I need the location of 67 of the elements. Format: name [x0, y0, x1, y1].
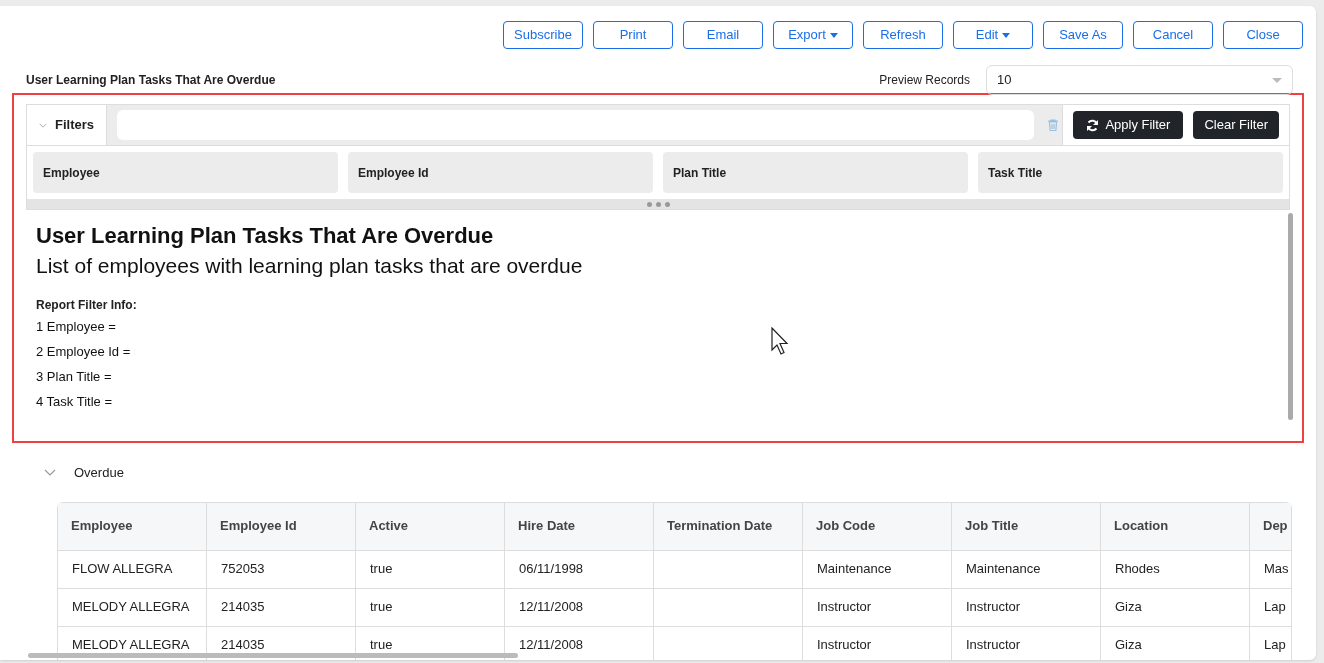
- toolbar-button[interactable]: Close: [1223, 21, 1303, 49]
- preview-records-label: Preview Records: [879, 72, 970, 89]
- column-header[interactable]: Employee: [58, 502, 207, 550]
- column-header[interactable]: Job Code: [803, 502, 952, 550]
- cursor-icon: [771, 327, 790, 355]
- toolbar-button[interactable]: Save As: [1043, 21, 1123, 49]
- table-cell: Giza: [1101, 625, 1250, 660]
- table-cell: FLOW ALLEGRA: [58, 549, 207, 588]
- toolbar-button[interactable]: Subscribe: [503, 21, 583, 49]
- table-cell: Lap: [1250, 587, 1291, 626]
- table-cell: Instructor: [803, 625, 952, 660]
- column-header[interactable]: Dep: [1250, 502, 1291, 550]
- toolbar-button[interactable]: Cancel: [1133, 21, 1213, 49]
- table-cell: Mas: [1250, 549, 1291, 588]
- column-header[interactable]: Job Title: [952, 502, 1101, 550]
- caret-icon: [1272, 77, 1282, 83]
- column-header[interactable]: Active: [356, 502, 505, 550]
- toolbar-button[interactable]: Print: [593, 21, 673, 49]
- group-label: Overdue: [74, 464, 124, 482]
- toolbar-button[interactable]: Email: [683, 21, 763, 49]
- filters-toggle[interactable]: Filters: [27, 105, 107, 145]
- table-cell: Rhodes: [1101, 549, 1250, 588]
- caret-icon: [829, 32, 838, 38]
- scrollbar[interactable]: [1288, 213, 1293, 420]
- clear-filter-button[interactable]: Clear Filter: [1193, 111, 1279, 139]
- page-title: User Learning Plan Tasks That Are Overdue: [26, 72, 276, 89]
- report-subtitle: List of employees with learning plan tasks that are overdue: [36, 253, 584, 279]
- toolbar-button[interactable]: Refresh: [863, 21, 943, 49]
- filter-info-label: Report Filter Info:: [36, 297, 138, 314]
- filter-field[interactable]: Task Title: [978, 152, 1283, 193]
- table-cell: Giza: [1101, 587, 1250, 626]
- filter-info-line: 4 Task Title =: [36, 393, 112, 411]
- resize-handle[interactable]: [27, 199, 1289, 209]
- chevron-down-icon[interactable]: [44, 469, 56, 477]
- preview-records-select[interactable]: 10: [986, 65, 1293, 95]
- filter-field[interactable]: Employee Id: [348, 152, 653, 193]
- report-title: User Learning Plan Tasks That Are Overdue: [36, 222, 495, 250]
- table-cell: 214035: [207, 587, 356, 626]
- table-cell: true: [356, 549, 505, 588]
- table-cell: Maintenance: [952, 549, 1101, 588]
- table-cell: Instructor: [952, 587, 1101, 626]
- table-cell: 06/11/1998: [505, 549, 654, 588]
- table-cell: Instructor: [952, 625, 1101, 660]
- filter-info-line: 3 Plan Title =: [36, 368, 112, 386]
- filter-field[interactable]: Plan Title: [663, 152, 968, 193]
- dropdown-button[interactable]: Export: [773, 21, 853, 49]
- caret-icon: [1002, 32, 1011, 38]
- table-cell: Maintenance: [803, 549, 952, 588]
- scrollbar[interactable]: [28, 653, 518, 658]
- table-cell: Instructor: [803, 587, 952, 626]
- table-cell: true: [356, 587, 505, 626]
- filter-info-line: 1 Employee =: [36, 318, 116, 336]
- table-cell: 12/11/2008: [505, 587, 654, 626]
- table-cell: Lap: [1250, 625, 1291, 660]
- column-header[interactable]: Hire Date: [505, 502, 654, 550]
- trash-icon[interactable]: [1048, 119, 1059, 131]
- column-header[interactable]: Employee Id: [207, 502, 356, 550]
- column-header[interactable]: Termination Date: [654, 502, 803, 550]
- column-header[interactable]: Location: [1101, 502, 1250, 550]
- chevron-down-icon: [39, 121, 47, 129]
- table-cell: MELODY ALLEGRA: [58, 587, 207, 626]
- table-cell: 752053: [207, 549, 356, 588]
- filter-info-line: 2 Employee Id =: [36, 343, 131, 361]
- refresh-icon: [1086, 118, 1100, 132]
- apply-filter-button[interactable]: Apply Filter: [1073, 111, 1184, 139]
- filter-field[interactable]: Employee: [33, 152, 338, 193]
- dropdown-button[interactable]: Edit: [953, 21, 1033, 49]
